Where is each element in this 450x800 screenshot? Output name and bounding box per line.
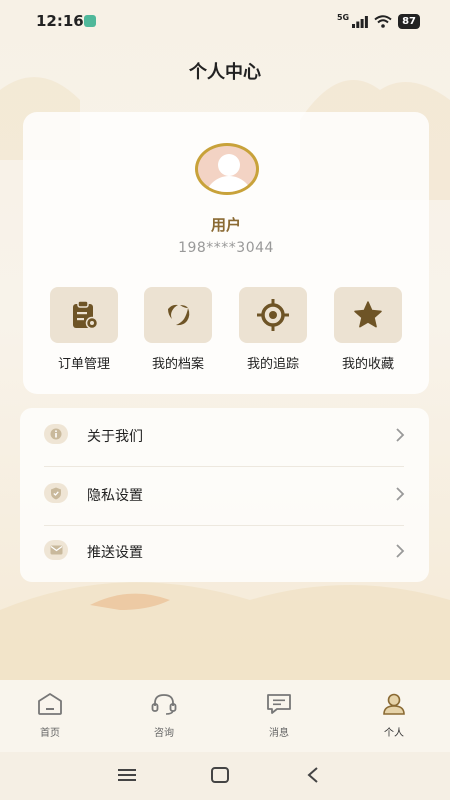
- signal-icon: [352, 15, 368, 28]
- status-indicators: 5G 87: [336, 13, 420, 29]
- quick-tile: [50, 287, 118, 343]
- chevron-right-icon: [396, 487, 405, 501]
- home-icon: [38, 693, 62, 715]
- quick-tile: [334, 287, 402, 343]
- profile-card: 用户 198****3044 订单管理 我的档案 我的追踪 我的收藏: [23, 112, 429, 394]
- menu-item-label: 关于我们: [87, 429, 143, 445]
- quick-action-archive[interactable]: 我的档案: [133, 287, 223, 372]
- target-tracking-icon: [257, 299, 289, 331]
- system-navigation-bar: [0, 752, 450, 800]
- bottom-tab-bar: 首页 咨询 消息 个人: [0, 680, 450, 752]
- avatar-body-shape: [205, 176, 253, 192]
- quick-action-label: 订单管理: [57, 357, 110, 372]
- quick-tile: [144, 287, 212, 343]
- chevron-right-icon: [396, 544, 405, 558]
- tab-profile[interactable]: 个人: [354, 692, 434, 739]
- settings-menu-card: 关于我们 隐私设置 推送设置: [20, 408, 429, 582]
- user-icon: [383, 693, 405, 715]
- menu-item-label: 隐私设置: [87, 488, 143, 504]
- menu-icon[interactable]: [117, 766, 137, 784]
- quick-action-favorites[interactable]: 我的收藏: [323, 287, 413, 372]
- tab-consult[interactable]: 咨询: [124, 692, 204, 739]
- quick-action-orders[interactable]: 订单管理: [39, 287, 129, 372]
- status-time: 12:16: [36, 12, 84, 30]
- mail-icon: [44, 540, 68, 560]
- tab-label: 咨询: [154, 728, 174, 739]
- message-icon: [267, 694, 291, 714]
- back-icon[interactable]: [305, 766, 321, 784]
- tab-messages[interactable]: 消息: [239, 692, 319, 739]
- page-title: 个人中心: [189, 62, 261, 83]
- app-notification-icon: [84, 15, 96, 27]
- info-icon: [44, 424, 68, 444]
- user-phone: 198****3044: [178, 240, 274, 256]
- headset-icon: [151, 694, 177, 715]
- shield-icon: [44, 483, 68, 503]
- menu-item-label: 推送设置: [87, 545, 143, 561]
- network-type: 5G: [336, 13, 350, 22]
- tab-label: 消息: [269, 728, 289, 739]
- quick-tile: [239, 287, 307, 343]
- status-bar: 12:16 5G 87: [0, 0, 450, 44]
- order-clipboard-icon: [73, 300, 99, 330]
- menu-item-privacy[interactable]: 隐私设置: [20, 467, 429, 525]
- quick-action-label: 我的追踪: [246, 357, 299, 372]
- archive-swirl-icon: [168, 304, 190, 326]
- quick-action-label: 我的收藏: [341, 357, 394, 372]
- tab-label: 个人: [384, 728, 404, 739]
- tab-label: 首页: [40, 728, 60, 739]
- menu-item-about[interactable]: 关于我们: [20, 408, 429, 466]
- user-name: 用户: [210, 216, 241, 234]
- chevron-right-icon: [396, 428, 405, 442]
- quick-action-tracking[interactable]: 我的追踪: [228, 287, 318, 372]
- avatar-head-shape: [218, 154, 240, 176]
- wifi-icon: [374, 15, 392, 28]
- quick-action-label: 我的档案: [151, 357, 204, 372]
- home-button-icon[interactable]: [210, 766, 230, 784]
- battery-indicator: 87: [398, 14, 420, 29]
- tab-home[interactable]: 首页: [10, 692, 90, 739]
- avatar[interactable]: [195, 143, 259, 195]
- menu-item-push-settings[interactable]: 推送设置: [20, 524, 429, 582]
- star-icon: [354, 301, 382, 328]
